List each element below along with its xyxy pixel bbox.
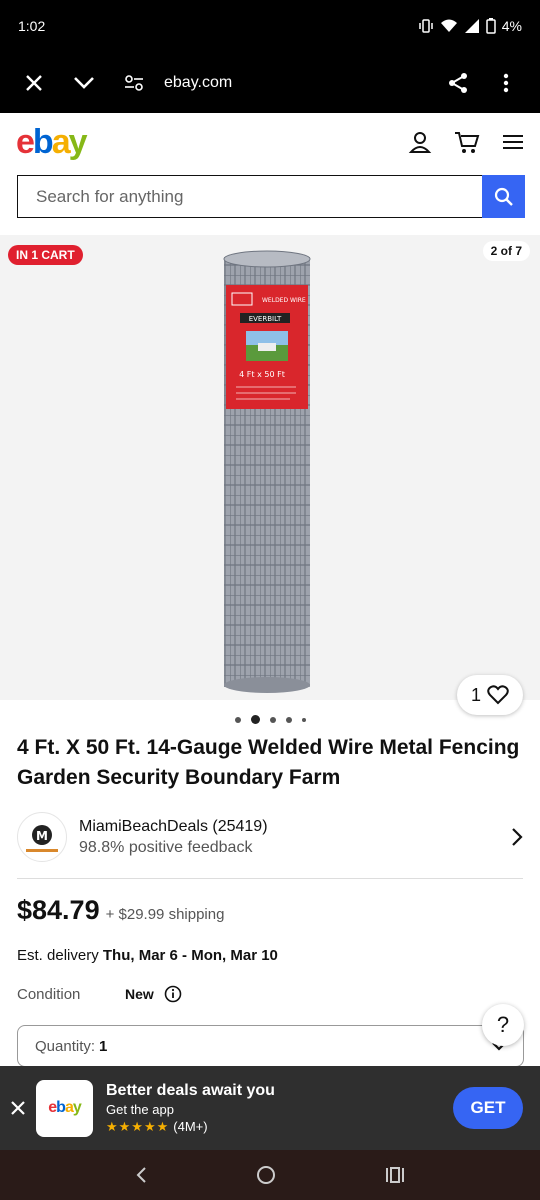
back-icon[interactable]	[135, 1166, 147, 1184]
search-button[interactable]	[482, 175, 525, 218]
watch-count: 1	[470, 684, 481, 705]
shipping-cost: + $29.99 shipping	[105, 906, 225, 923]
recents-icon[interactable]	[385, 1166, 405, 1184]
delivery-prefix: Est. delivery	[17, 947, 99, 964]
url-text[interactable]: ebay.com	[164, 74, 232, 92]
status-icons: 4%	[418, 18, 522, 34]
product-title: 4 Ft. X 50 Ft. 14-Gauge Welded Wire Meta…	[17, 736, 520, 789]
more-options-icon[interactable]	[488, 65, 524, 101]
site-header: ebay	[0, 113, 540, 171]
info-icon[interactable]	[164, 985, 182, 1003]
product-image-gallery[interactable]: WELDED WIRE EVERBILT 4 Ft x 50 Ft	[0, 235, 540, 700]
app-icon: ebay	[36, 1079, 93, 1137]
banner-headline: Better deals await you	[106, 1081, 275, 1099]
star-rating-icon: ★★★★★	[106, 1118, 170, 1134]
chevron-down-icon[interactable]	[66, 65, 102, 101]
pagination-dot[interactable]	[269, 716, 276, 723]
battery-level: 4%	[501, 18, 522, 34]
condition-label: Condition	[17, 985, 81, 1003]
price: $84.79	[17, 895, 100, 925]
quantity-select[interactable]: Quantity: 1	[17, 1025, 524, 1067]
site-settings-icon[interactable]	[116, 65, 152, 101]
quantity-label: Quantity:	[35, 1037, 96, 1055]
banner-subline: Get the app	[106, 1101, 174, 1117]
close-tab-icon[interactable]	[16, 65, 52, 101]
account-icon[interactable]	[408, 130, 432, 154]
seller-name: MiamiBeachDeals (25419)	[79, 817, 268, 835]
battery-icon	[486, 18, 496, 34]
status-bar: 1:02 4%	[0, 0, 540, 52]
pagination-dot[interactable]	[234, 716, 241, 723]
search-bar	[17, 175, 525, 218]
seller-avatar: M	[17, 812, 67, 862]
cart-icon[interactable]	[454, 130, 480, 154]
header-icons	[408, 130, 524, 154]
app-install-banner: ebay Better deals await you Get the app …	[0, 1066, 540, 1150]
packaging-small-text: WELDED WIRE	[262, 297, 306, 304]
condition-value: New	[125, 986, 154, 1002]
packaging-brand: EVERBILT	[249, 315, 282, 323]
menu-icon[interactable]	[502, 133, 524, 151]
product-image: WELDED WIRE EVERBILT 4 Ft x 50 Ft	[0, 235, 540, 700]
condition-row: Condition New	[17, 985, 182, 1003]
signal-icon	[464, 19, 479, 33]
app-icon-logo: ebay	[48, 1099, 81, 1116]
heart-icon	[487, 685, 509, 705]
pagination-dot[interactable]	[301, 717, 306, 722]
price-row: $84.79 + $29.99 shipping	[17, 895, 224, 926]
image-pagination-dots	[0, 715, 540, 724]
divider	[17, 878, 523, 879]
delivery-estimate: Est. delivery Thu, Mar 6 - Mon, Mar 10	[17, 947, 278, 964]
search-input[interactable]	[17, 175, 482, 218]
close-banner-icon[interactable]	[0, 1100, 36, 1116]
system-nav-bar	[0, 1150, 540, 1200]
vibrate-icon	[419, 19, 433, 33]
get-app-button[interactable]: GET	[453, 1087, 523, 1129]
svg-text:M: M	[36, 829, 48, 843]
ebay-logo[interactable]: ebay	[16, 123, 88, 162]
packaging-size: 4 Ft x 50 Ft	[239, 370, 285, 379]
search-icon	[494, 187, 513, 206]
delivery-dates: Thu, Mar 6 - Mon, Mar 10	[102, 947, 278, 964]
pagination-dot[interactable]	[285, 716, 292, 723]
home-icon[interactable]	[256, 1165, 276, 1185]
status-time: 1:02	[18, 18, 46, 34]
wifi-icon	[440, 19, 457, 32]
rating-count: (4M+)	[173, 1119, 208, 1134]
seller-info-row[interactable]: M MiamiBeachDeals (25419) 98.8% positive…	[17, 810, 523, 864]
help-button[interactable]: ?	[482, 1004, 524, 1046]
share-icon[interactable]	[440, 65, 476, 101]
app-rating: ★★★★★ (4M+)	[106, 1119, 275, 1135]
image-counter-badge: 2 of 7	[482, 241, 530, 261]
in-cart-badge: IN 1 CART	[8, 245, 83, 265]
quantity-value: 1	[99, 1037, 108, 1055]
seller-feedback: 98.8% positive feedback	[79, 838, 253, 856]
browser-toolbar: ebay.com	[0, 52, 540, 113]
watch-button[interactable]: 1	[457, 675, 523, 715]
chevron-right-icon	[512, 828, 523, 846]
pagination-dot-active[interactable]	[250, 715, 260, 724]
